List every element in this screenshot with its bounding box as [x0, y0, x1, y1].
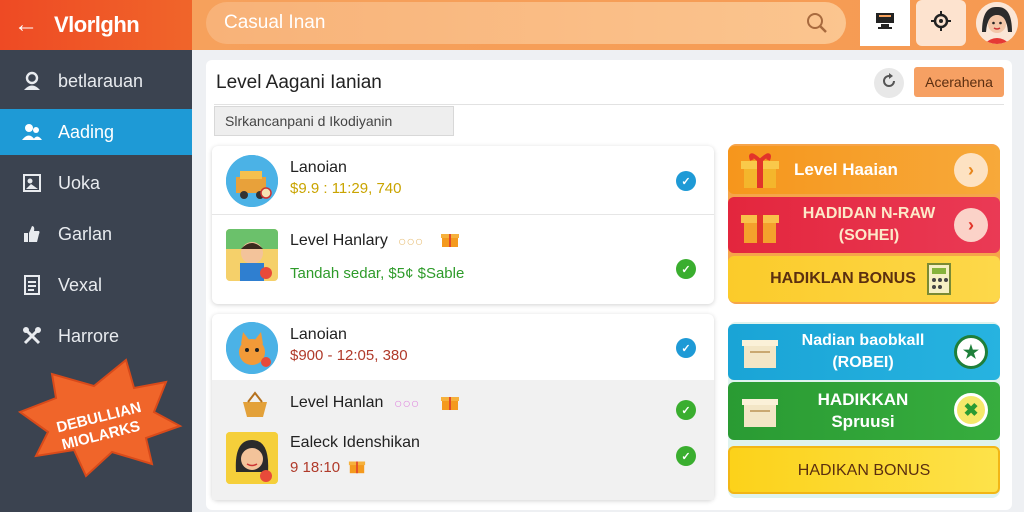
document-icon: [20, 273, 44, 297]
promo-label: Nadian baobkall (ROBEI): [788, 330, 938, 374]
app-header: ← Vlorlghn: [0, 0, 192, 50]
promo-line2: (SOHEI): [838, 227, 900, 244]
promo-line2: Spruusi: [831, 412, 895, 431]
list-item[interactable]: Level Hanlary ○○○ Tandah sedar, $5¢ $Sab…: [212, 215, 714, 304]
gallery-icon: [20, 171, 44, 195]
gift-icon: [440, 229, 460, 254]
item-subtitle: $900 - 12:05, 380: [290, 347, 408, 364]
item-title: Level Hanlary: [290, 232, 388, 249]
list-item[interactable]: Lanoian $900 - 12:05, 380 ✓: [212, 314, 714, 380]
item-subtitle: Tandah sedar, $5¢ $Sable: [290, 265, 465, 282]
sidebar-item-label: Harrore: [58, 325, 120, 346]
coin-icon: ○○○: [394, 395, 420, 411]
item-subtitle: 9 18:10: [290, 459, 341, 476]
gift-icon: [348, 457, 366, 480]
check-icon[interactable]: ✓: [676, 446, 696, 466]
promo-burst-badge[interactable]: DEBULLIAN MIOLARKS: [16, 352, 184, 480]
promo-label: HADIKAN BONUS: [797, 462, 931, 479]
sidebar-item-label: Vexal: [58, 274, 103, 295]
coin-icon: ○○○: [398, 233, 424, 249]
character-thumbnail-icon: [226, 229, 278, 281]
sidebar-item-garlan[interactable]: Garlan: [0, 211, 192, 257]
search-placeholder: Casual Inan: [224, 12, 326, 33]
gift-icon: [440, 392, 460, 417]
list-card-1: Lanoian $9.9 : 11:29, 740 ✓ Level Hanlar…: [212, 146, 714, 304]
bonus-button[interactable]: HADIKLAN BONUS: [728, 256, 1000, 302]
sidebar-item-label: Aading: [58, 121, 115, 142]
list-item[interactable]: Lanoian $9.9 : 11:29, 740 ✓: [212, 146, 714, 214]
offer-promo-button[interactable]: HADIDAN N-RAW (SOHEI) ›: [728, 197, 1000, 253]
chevron-right-icon: ›: [954, 153, 988, 187]
top-bar: Casual Inan: [192, 0, 1024, 50]
calculator-icon: [924, 262, 954, 301]
spruusi-promo-button[interactable]: HADIKKAN Spruusi ✖: [728, 382, 1000, 440]
promo-group-1: Level Haaian › HADIDAN N-RAW (SOHEI) › H…: [728, 144, 1000, 304]
person-thumbnail-icon: [226, 432, 278, 484]
page-title: Level Aagani Ianian: [216, 72, 382, 93]
search-icon[interactable]: [806, 12, 828, 40]
avatar[interactable]: [976, 2, 1018, 44]
sidebar-item-label: Uoka: [58, 172, 101, 193]
bonus-button[interactable]: HADIKAN BONUS: [728, 446, 1000, 494]
check-icon[interactable]: ✓: [676, 400, 696, 420]
sidebar-item-label: betlarauan: [58, 70, 144, 91]
list-item-group: Level Hanlan ○○○ ✓ Ealeck Idenshikan 9 1…: [212, 380, 714, 500]
promo-line1: HADIDAN N-RAW: [802, 205, 936, 222]
package-icon: [738, 391, 782, 436]
close-star-icon: ✖: [954, 393, 988, 427]
item-title: Lanoian: [290, 326, 347, 343]
promo-line2: (ROBEI): [832, 354, 894, 371]
package-icon: [738, 332, 782, 377]
dashboard-button[interactable]: [860, 0, 910, 46]
game-thumbnail-icon: [226, 155, 278, 207]
gear-icon: [931, 10, 951, 36]
item-subtitle: $9.9 : 11:29, 740: [290, 180, 402, 197]
item-title: Ealeck Idenshikan: [290, 434, 420, 451]
back-arrow-icon[interactable]: ←: [14, 13, 38, 37]
promo-line1: Nadian baobkall: [801, 332, 925, 349]
sidebar: ← Vlorlghn betlarauan Aading Uoka Garlan…: [0, 0, 192, 512]
sidebar-item-betlarauan[interactable]: betlarauan: [0, 58, 192, 104]
team-icon: [20, 120, 44, 144]
promo-label: Level Haaian: [794, 160, 898, 179]
user-icon: [20, 69, 44, 93]
item-title: Lanoian: [290, 159, 347, 176]
gift-box-icon: [738, 203, 782, 252]
star-icon: ★: [954, 335, 988, 369]
check-icon[interactable]: ✓: [676, 259, 696, 279]
search-input[interactable]: Casual Inan: [206, 2, 846, 44]
settings-button[interactable]: [916, 0, 966, 46]
promo-group-2: Nadian baobkall (ROBEI) ★ HADIKKAN Spruu…: [728, 322, 1000, 498]
sidebar-item-uoka[interactable]: Uoka: [0, 160, 192, 206]
filter-input[interactable]: Slrkancanpani d Ikodiyanin: [214, 106, 454, 136]
level-promo-button[interactable]: Level Haaian ›: [728, 146, 1000, 194]
chevron-right-icon: ›: [954, 208, 988, 242]
info-icon[interactable]: ✓: [676, 171, 696, 191]
cat-thumbnail-icon: [226, 322, 278, 374]
info-icon[interactable]: ✓: [676, 338, 696, 358]
sidebar-item-label: Garlan: [58, 223, 113, 244]
thumbs-up-icon: [20, 222, 44, 246]
dashboard-icon: [874, 11, 896, 36]
sidebar-item-vexal[interactable]: Vexal: [0, 262, 192, 308]
list-card-2: Lanoian $900 - 12:05, 380 ✓ Level Hanlan…: [212, 314, 714, 500]
sidebar-nav: betlarauan Aading Uoka Garlan Vexal Harr…: [0, 58, 192, 364]
divider: [214, 104, 1004, 105]
basket-icon: [240, 390, 270, 425]
gift-box-icon: [738, 150, 782, 195]
sidebar-item-aading[interactable]: Aading: [0, 109, 192, 155]
basketball-promo-button[interactable]: Nadian baobkall (ROBEI) ★: [728, 324, 1000, 380]
action-button[interactable]: Acerahena: [914, 67, 1004, 97]
refresh-icon: [881, 72, 897, 94]
promo-label: HADIDAN N-RAW (SOHEI): [794, 203, 944, 247]
item-title: Level Hanlan: [290, 394, 384, 411]
tools-icon: [20, 324, 44, 348]
refresh-button[interactable]: [874, 68, 904, 98]
app-title: Vlorlghn: [54, 12, 140, 37]
promo-line1: HADIKKAN: [817, 390, 909, 409]
promo-label: HADIKKAN Spruusi: [788, 389, 938, 433]
